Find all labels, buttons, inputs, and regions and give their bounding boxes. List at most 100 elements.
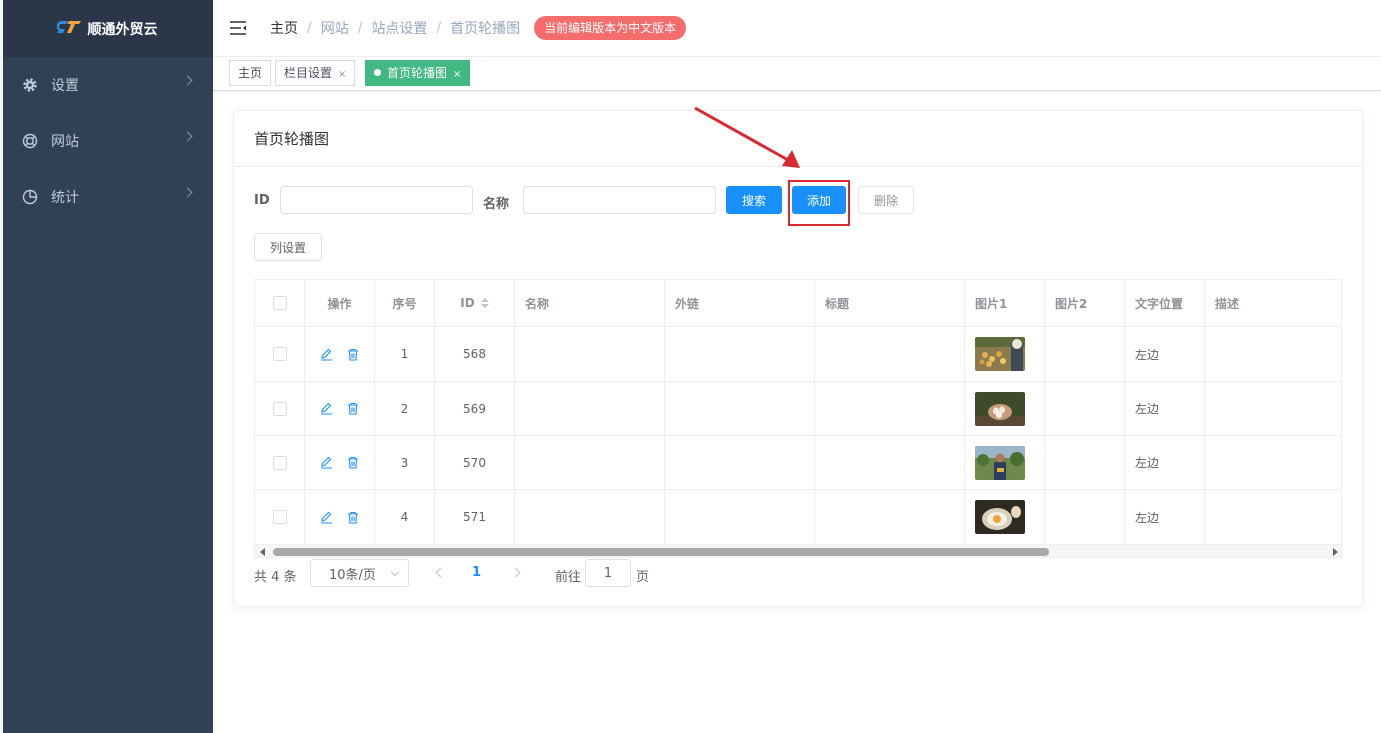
goto-page-input[interactable]: 1 [585, 559, 631, 587]
edit-icon[interactable] [320, 348, 333, 361]
tag-home[interactable]: 主页 [229, 60, 272, 86]
pagination-total: 共 4 条 [254, 570, 297, 585]
scroll-right-icon[interactable] [1333, 548, 1338, 556]
row-link [665, 490, 815, 545]
row-desc [1205, 327, 1341, 382]
content-card: 首页轮播图 ID 名称 搜索 添加 删除 列设置 操作 序号 ID 名称 外链 … [233, 110, 1363, 607]
farmer-photo[interactable] [975, 445, 1025, 480]
delete-icon[interactable] [347, 402, 359, 415]
column-settings-button[interactable]: 列设置 [254, 233, 322, 261]
active-dot-icon [374, 69, 381, 76]
delete-icon[interactable] [347, 456, 359, 469]
search-button[interactable]: 搜索 [726, 186, 782, 214]
row-position: 左边 [1125, 327, 1205, 382]
sidebar-item-label: 网站 [51, 134, 79, 150]
row-link [665, 436, 815, 490]
id-filter-input[interactable] [280, 186, 473, 214]
scroll-left-icon[interactable] [260, 548, 265, 556]
horizontal-scrollbar[interactable] [255, 545, 1341, 557]
breadcrumb-separator: / [307, 20, 312, 36]
row-checkbox[interactable] [272, 510, 287, 524]
row-link [665, 382, 815, 436]
page-size-value: 10条/页 [329, 567, 376, 583]
row-desc [1205, 436, 1341, 490]
row-title [815, 382, 965, 436]
row-name [515, 382, 665, 436]
close-icon[interactable]: × [453, 69, 461, 80]
tag-home-carousel[interactable]: 首页轮播图 × [365, 60, 471, 86]
row-checkbox[interactable] [272, 455, 287, 470]
row-image2 [1045, 436, 1125, 490]
column-header: 操作 [305, 280, 375, 327]
delete-icon[interactable] [347, 348, 359, 361]
column-header-id[interactable]: ID [435, 280, 515, 327]
row-actions [305, 382, 375, 436]
column-header: 名称 [515, 280, 665, 327]
row-index: 4 [375, 490, 435, 545]
row-id: 570 [435, 436, 515, 490]
column-header-label: ID [460, 296, 475, 310]
page-size-select[interactable]: 10条/页 [310, 559, 409, 587]
data-table: 操作 序号 ID 名称 外链 标题 图片1 图片2 文字位置 描述 1 568 [254, 279, 1342, 558]
row-image1 [965, 327, 1045, 382]
row-index: 1 [375, 327, 435, 382]
row-checkbox[interactable] [272, 401, 287, 416]
menu-toggle-icon[interactable] [230, 21, 246, 35]
gear-icon [21, 76, 39, 94]
card-title: 首页轮播图 [234, 111, 1362, 167]
eggs-hands-photo[interactable] [975, 391, 1025, 426]
sidebar-item-stats[interactable]: 统计 [0, 169, 213, 225]
tag-label: 首页轮播图 [387, 66, 448, 80]
egg-bowl-photo[interactable] [975, 500, 1025, 534]
row-index: 3 [375, 436, 435, 490]
chicks-photo[interactable] [975, 337, 1025, 371]
delete-icon[interactable] [347, 511, 359, 524]
row-index: 2 [375, 382, 435, 436]
sort-caret-icon[interactable] [480, 298, 489, 308]
row-select-cell [255, 382, 305, 436]
column-header: 序号 [375, 280, 435, 327]
goto-unit: 页 [636, 570, 650, 585]
chevron-right-icon [182, 75, 193, 86]
delete-button[interactable]: 删除 [858, 186, 914, 214]
scrollbar-thumb[interactable] [273, 548, 1049, 556]
next-page-icon[interactable] [510, 567, 521, 578]
row-actions [305, 490, 375, 545]
tag-column-settings[interactable]: 栏目设置 × [275, 60, 356, 86]
name-filter-input[interactable] [523, 186, 716, 214]
tags-view: 主页 栏目设置 × 首页轮播图 × [213, 57, 1381, 91]
row-image2 [1045, 490, 1125, 545]
column-header: 文字位置 [1125, 280, 1205, 327]
sidebar-item-website[interactable]: 网站 [0, 113, 213, 169]
edit-icon[interactable] [320, 456, 333, 469]
row-title [815, 490, 965, 545]
page-number[interactable]: 1 [472, 565, 481, 580]
sidebar-item-settings[interactable]: 设置 [0, 57, 213, 113]
row-checkbox[interactable] [272, 347, 287, 361]
row-image1 [965, 382, 1045, 436]
edit-icon[interactable] [320, 402, 333, 415]
name-filter-label: 名称 [483, 197, 510, 212]
pie-chart-icon [21, 188, 39, 206]
select-all-checkbox[interactable] [272, 296, 287, 310]
edit-icon[interactable] [320, 511, 333, 524]
breadcrumb-separator: / [357, 20, 363, 36]
breadcrumb-home[interactable]: 主页 [270, 18, 298, 38]
logo-mark [56, 19, 82, 39]
row-name [515, 327, 665, 382]
close-icon[interactable]: × [338, 69, 346, 80]
column-header: 外链 [665, 280, 815, 327]
row-name [515, 490, 665, 545]
prev-page-icon[interactable] [435, 567, 446, 578]
row-id: 568 [435, 327, 515, 382]
row-actions [305, 327, 375, 382]
sidebar-item-label: 设置 [51, 78, 79, 94]
breadcrumb: 主页 / 网站 / 站点设置 / 首页轮播图 [270, 18, 520, 38]
sidebar-edge [0, 0, 3, 733]
row-desc [1205, 490, 1341, 545]
logo-icon [56, 20, 81, 33]
breadcrumb-separator: / [436, 20, 442, 36]
row-image1 [965, 436, 1045, 490]
row-position: 左边 [1125, 382, 1205, 436]
logo-title: 顺通外贸云 [87, 21, 158, 38]
